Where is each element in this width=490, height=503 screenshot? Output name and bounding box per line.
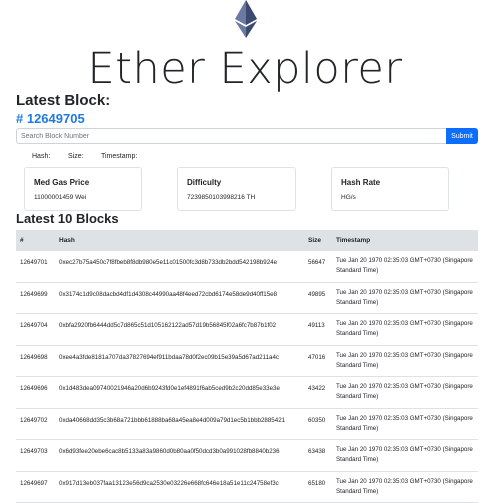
block-size-cell: 47016 [308,354,325,361]
block-timestamp-cell: Tue Jan 20 1970 02:35:03 GMT+0730 (Singa… [336,477,476,497]
search-input[interactable] [16,128,446,144]
table-row[interactable]: 12649704 0xbfa2920fb6444dd5c7d865c51d105… [16,314,478,346]
block-timestamp-cell: Tue Jan 20 1970 02:35:03 GMT+0730 (Singa… [336,445,476,465]
block-size-cell: 43422 [308,385,325,392]
app-title: Ether Explorer [0,42,490,96]
block-size-cell: 56647 [308,259,325,266]
block-hash-cell: 0xbfa2920fb6444dd5c7d865c51d105162122ad5… [59,322,276,329]
table-row[interactable]: 12649697 0x917d13eb037faa13123e56d9ca253… [16,472,478,503]
card-value: 7239850103998216 TH [187,194,255,201]
block-timestamp-cell: Tue Jan 20 1970 02:35:03 GMT+0730 (Singa… [336,319,476,339]
table-header: # Hash Size Timestamp [16,230,478,251]
search-bar: Submit [16,128,478,144]
hash-label: Hash: [32,153,50,160]
table-row[interactable]: 12649696 0x1d483dea09740021946a20d6b9243… [16,377,478,409]
block-hash-cell: 0x917d13eb037faa13123e56d9ca2530e03226e6… [59,480,279,487]
submit-button[interactable]: Submit [446,128,478,144]
timestamp-label: Timestamp: [101,153,137,160]
block-timestamp-cell: Tue Jan 20 1970 02:35:03 GMT+0730 (Singa… [336,351,476,371]
card-value: HG/s [341,194,356,201]
block-timestamp-cell: Tue Jan 20 1970 02:35:03 GMT+0730 (Singa… [336,256,476,276]
block-size-cell: 49113 [308,322,325,329]
column-header-timestamp: Timestamp [336,237,370,244]
block-number-cell: 12649696 [20,385,48,392]
table-row[interactable]: 12649701 0xec27b75a450c7f8fbeb8f8db980e5… [16,251,478,283]
size-label: Size: [68,153,84,160]
block-hash-cell: 0xec27b75a450c7f8fbeb8f8db980e5e11c01500… [59,259,277,266]
block-size-cell: 60350 [308,417,325,424]
card-title: Hash Rate [341,178,380,187]
block-number-cell: 12649697 [20,480,48,487]
column-header-number: # [20,237,24,244]
card-title: Difficulty [187,178,221,187]
latest-block-heading: Latest Block: [16,92,110,109]
block-timestamp-cell: Tue Jan 20 1970 02:35:03 GMT+0730 (Singa… [336,288,476,308]
block-timestamp-cell: Tue Jan 20 1970 02:35:03 GMT+0730 (Singa… [336,382,476,402]
block-hash-cell: 0xda40668dd35c3b68a721bbb61888ba68a45ea8… [59,417,285,424]
column-header-hash: Hash [59,237,75,244]
block-number-cell: 12649703 [20,448,48,455]
table-row[interactable]: 12649702 0xda40668dd35c3b68a721bbb61888b… [16,409,478,441]
block-number-cell: 12649702 [20,417,48,424]
block-hash-cell: 0x3174c1d9c08dacbd4df1d4308c44990aa48f4e… [59,291,277,298]
table-row[interactable]: 12649698 0xee4a3fde8181a707da37827694ef9… [16,346,478,378]
block-number-cell: 12649701 [20,259,48,266]
card-value: 11000001459 Wei [34,194,86,201]
med-gas-price-card: Med Gas Price 11000001459 Wei [24,167,142,211]
block-number-cell: 12649704 [20,322,48,329]
ethereum-diamond-icon [235,0,257,38]
blocks-table: # Hash Size Timestamp 12649701 0xec27b75… [16,230,478,503]
block-hash-cell: 0x1d483dea09740021946a20d6b9243fd0e1ef48… [59,385,280,392]
block-number-cell: 12649699 [20,291,48,298]
card-title: Med Gas Price [34,178,89,187]
table-row[interactable]: 12649703 0x6d93fee20ebe6cac8b5133a83a986… [16,440,478,472]
block-size-cell: 65180 [308,480,325,487]
block-number-cell: 12649698 [20,354,48,361]
latest-block-number[interactable]: # 12649705 [16,111,85,126]
block-size-cell: 63438 [308,448,325,455]
block-size-cell: 49895 [308,291,325,298]
block-hash-cell: 0x6d93fee20ebe6cac8b5133a83a9860d0b80aa0… [59,448,280,455]
block-hash-cell: 0xee4a3fde8181a707da37827694ef911bdaa78d… [59,354,279,361]
difficulty-card: Difficulty 7239850103998216 TH [177,167,296,211]
column-header-size: Size [308,237,321,244]
latest-blocks-heading: Latest 10 Blocks [16,211,119,226]
hash-rate-card: Hash Rate HG/s [331,167,449,211]
block-timestamp-cell: Tue Jan 20 1970 02:35:03 GMT+0730 (Singa… [336,414,476,434]
table-row[interactable]: 12649699 0x3174c1d9c08dacbd4df1d4308c449… [16,283,478,315]
